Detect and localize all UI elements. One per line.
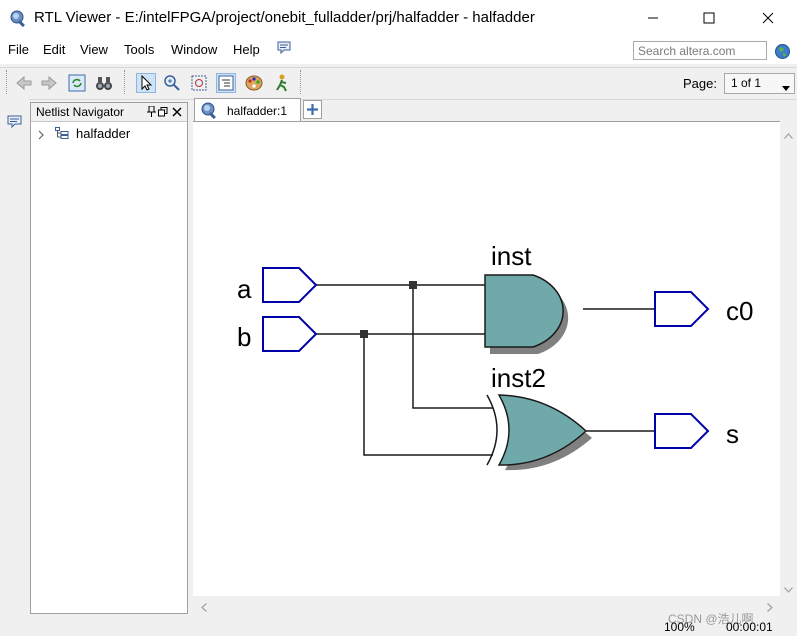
menu-file[interactable]: File — [8, 42, 29, 57]
output-port-s — [654, 413, 710, 449]
input-port-a — [262, 267, 318, 303]
maximize-button[interactable] — [686, 0, 732, 36]
fit-window-icon[interactable] — [189, 73, 209, 93]
menu-tools[interactable]: Tools — [124, 42, 154, 57]
find-binoculars-icon[interactable] — [94, 73, 114, 93]
status-zoom: 100% — [664, 620, 695, 634]
close-button[interactable] — [745, 0, 791, 36]
scroll-up-icon[interactable] — [784, 127, 793, 139]
toolbar-separator — [124, 70, 125, 94]
gate-label-inst2: inst2 — [491, 363, 546, 393]
input-label-b: b — [237, 322, 251, 352]
status-time: 00:00:01 — [726, 620, 773, 634]
toolbar — [0, 67, 797, 100]
globe-icon[interactable] — [774, 43, 791, 60]
close-panel-icon[interactable] — [172, 105, 182, 117]
junction-a — [409, 281, 417, 289]
select-pointer-icon[interactable] — [136, 73, 156, 93]
wire-a-to-inst2 — [412, 285, 493, 409]
menu-view[interactable]: View — [80, 42, 108, 57]
search-input[interactable]: Search altera.com — [633, 41, 767, 60]
and-gate-inst — [484, 274, 564, 348]
menu-edit[interactable]: Edit — [43, 42, 65, 57]
restore-panel-icon[interactable] — [158, 105, 168, 117]
input-port-b — [262, 316, 318, 352]
messages-icon[interactable] — [7, 115, 22, 129]
xor-gate-inst2 — [497, 394, 588, 466]
refresh-icon[interactable] — [67, 73, 87, 93]
output-label-c0: c0 — [726, 296, 753, 326]
zoom-icon[interactable] — [162, 73, 182, 93]
wire-b-to-inst2 — [363, 334, 493, 456]
tree-item-halfadder[interactable]: halfadder — [76, 126, 130, 141]
page-select-value: 1 of 1 — [731, 76, 762, 90]
left-side-strip — [0, 99, 29, 636]
schematic-canvas[interactable]: a b inst inst2 c0 s — [193, 121, 780, 597]
menu-help[interactable]: Help — [233, 42, 260, 57]
help-chat-icon[interactable] — [276, 41, 292, 55]
scroll-down-icon[interactable] — [784, 581, 793, 593]
netlist-navigator-title: Netlist Navigator — [36, 105, 125, 119]
chevron-down-icon[interactable] — [782, 80, 790, 91]
chevron-right-icon[interactable] — [36, 128, 46, 140]
output-port-c0 — [654, 291, 710, 327]
rtl-viewer-tab-icon — [199, 101, 219, 120]
rtl-viewer-app-icon — [8, 8, 28, 28]
minimize-button[interactable] — [630, 0, 676, 36]
add-tab-button[interactable] — [303, 100, 322, 119]
hierarchy-list-icon[interactable] — [216, 73, 236, 93]
input-label-a: a — [237, 274, 252, 304]
scroll-left-icon[interactable] — [201, 600, 207, 612]
menu-window[interactable]: Window — [171, 42, 217, 57]
gate-label-inst: inst — [491, 241, 532, 271]
window-title: RTL Viewer - E:/intelFPGA/project/onebit… — [34, 9, 535, 26]
run-figure-icon[interactable] — [272, 73, 292, 93]
pin-icon[interactable] — [147, 105, 156, 117]
page-label: Page: — [683, 76, 717, 91]
toolbar-separator — [300, 70, 301, 94]
color-palette-icon[interactable] — [244, 73, 264, 93]
scroll-right-icon[interactable] — [767, 600, 773, 612]
output-label-s: s — [726, 419, 739, 449]
junction-b — [360, 330, 368, 338]
hierarchy-tree-icon — [55, 127, 69, 139]
netlist-navigator-panel — [30, 102, 188, 614]
forward-arrow-icon[interactable] — [39, 73, 59, 93]
tab-label: halfadder:1 — [227, 104, 288, 118]
vertical-scrollbar[interactable] — [780, 121, 797, 596]
back-arrow-icon[interactable] — [14, 73, 34, 93]
schematic-diagram: a b inst inst2 c0 s — [237, 241, 753, 471]
toolbar-grip — [6, 70, 7, 94]
